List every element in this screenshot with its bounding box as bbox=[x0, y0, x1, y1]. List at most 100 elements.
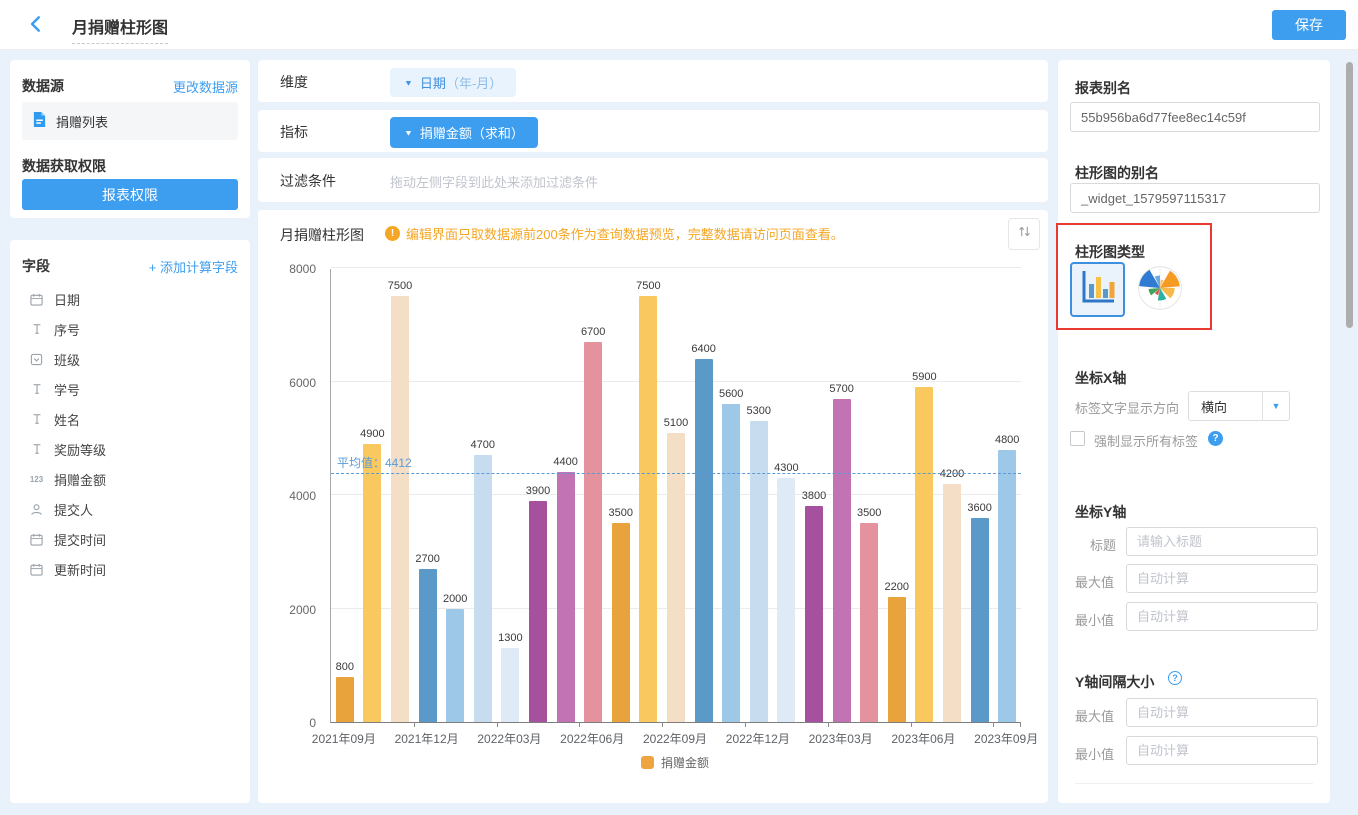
bar-value-label: 3500 bbox=[609, 507, 633, 519]
y-axis-caption-label: 标题 bbox=[1090, 535, 1116, 554]
y-axis-caption-input[interactable] bbox=[1126, 527, 1318, 556]
calendar-icon bbox=[29, 533, 44, 546]
field-label: 捐赠金额 bbox=[54, 470, 106, 489]
person-icon bbox=[29, 503, 44, 516]
field-label: 学号 bbox=[54, 380, 80, 399]
bar bbox=[695, 359, 713, 722]
force-labels-checkbox[interactable] bbox=[1070, 431, 1085, 446]
y-axis-section-title: 坐标Y轴 bbox=[1075, 502, 1126, 522]
bar-value-label: 7500 bbox=[388, 280, 412, 292]
field-item[interactable]: 奖励等级 bbox=[22, 434, 238, 464]
field-item[interactable]: 姓名 bbox=[22, 404, 238, 434]
permission-title: 数据获取权限 bbox=[22, 156, 106, 176]
bar-value-label: 2700 bbox=[415, 553, 439, 565]
y-interval-max-input[interactable] bbox=[1126, 698, 1318, 727]
text-icon bbox=[29, 413, 44, 425]
field-item[interactable]: 日期 bbox=[22, 284, 238, 314]
field-item[interactable]: 序号 bbox=[22, 314, 238, 344]
bar bbox=[860, 523, 878, 722]
caret-down-icon: ▼ bbox=[404, 78, 413, 87]
filter-dropzone[interactable]: 拖动左侧字段到此处来添加过滤条件 bbox=[390, 172, 598, 191]
y-interval-min-input[interactable] bbox=[1126, 736, 1318, 765]
chart-title: 月捐赠柱形图 bbox=[280, 225, 364, 245]
y-axis-max-label: 最大值 bbox=[1075, 572, 1114, 591]
select-icon bbox=[29, 353, 44, 366]
bar-value-label: 5300 bbox=[747, 405, 771, 417]
chart-plot: 8004900750027002000470013003900440067003… bbox=[330, 269, 1020, 723]
help-icon[interactable]: ? bbox=[1168, 671, 1182, 685]
report-permission-button[interactable]: 报表权限 bbox=[22, 179, 238, 210]
bar bbox=[501, 648, 519, 722]
field-list: 日期序号班级学号姓名奖励等级123捐赠金额提交人提交时间更新时间 bbox=[22, 284, 238, 584]
metric-row: 指标 ▼ 捐赠金额（求和） bbox=[258, 110, 1048, 152]
help-icon[interactable]: ? bbox=[1208, 431, 1223, 446]
field-item[interactable]: 提交时间 bbox=[22, 524, 238, 554]
field-label: 更新时间 bbox=[54, 560, 106, 579]
field-label: 班级 bbox=[54, 350, 80, 369]
save-button[interactable]: 保存 bbox=[1272, 10, 1346, 40]
bar-value-label: 4900 bbox=[360, 428, 384, 440]
caret-down-icon: ▼ bbox=[404, 128, 413, 137]
bar-value-label: 3800 bbox=[802, 490, 826, 502]
filter-label: 过滤条件 bbox=[280, 171, 336, 191]
field-item[interactable]: 123捐赠金额 bbox=[22, 464, 238, 494]
bar-value-label: 5600 bbox=[719, 388, 743, 400]
x-axis-tick bbox=[414, 722, 415, 727]
calendar-icon bbox=[29, 293, 44, 306]
change-datasource-link[interactable]: 更改数据源 bbox=[173, 77, 238, 96]
bar bbox=[777, 478, 795, 722]
vertical-scrollbar[interactable] bbox=[1346, 62, 1353, 328]
bar bbox=[336, 677, 354, 722]
chart-legend: 捐赠金额 bbox=[330, 754, 1020, 771]
field-item[interactable]: 学号 bbox=[22, 374, 238, 404]
x-axis-tick bbox=[662, 722, 663, 727]
report-alias-input[interactable] bbox=[1070, 102, 1320, 132]
datasource-card: 数据源 更改数据源 捐赠列表 数据获取权限 报表权限 bbox=[10, 60, 250, 218]
bar-value-label: 5700 bbox=[829, 383, 853, 395]
y-axis-max-input[interactable] bbox=[1126, 564, 1318, 593]
gridline bbox=[331, 267, 1021, 268]
x-axis-tick bbox=[579, 722, 580, 727]
widget-alias-label: 柱形图的别名 bbox=[1075, 163, 1159, 183]
widget-alias-input[interactable] bbox=[1070, 183, 1320, 213]
bar-value-label: 5100 bbox=[664, 417, 688, 429]
warning-icon: ! bbox=[385, 226, 400, 241]
rose-chart-type-button[interactable] bbox=[1134, 264, 1186, 316]
add-calc-field-link[interactable]: + 添加计算字段 bbox=[149, 257, 238, 276]
field-label: 日期 bbox=[54, 290, 80, 309]
y-interval-section-title: Y轴间隔大小 bbox=[1075, 672, 1154, 692]
legend-item[interactable]: 捐赠金额 bbox=[641, 754, 709, 771]
dimension-field: 日期 bbox=[420, 76, 446, 91]
bar-value-label: 3500 bbox=[857, 507, 881, 519]
field-item[interactable]: 提交人 bbox=[22, 494, 238, 524]
calendar-icon bbox=[29, 563, 44, 576]
x-axis-section-title: 坐标X轴 bbox=[1075, 368, 1126, 388]
field-item[interactable]: 班级 bbox=[22, 344, 238, 374]
dimension-pill[interactable]: ▼ 日期（年-月） bbox=[390, 68, 516, 97]
bar bbox=[557, 472, 575, 722]
x-axis-tick-label: 2022年06月 bbox=[560, 730, 624, 747]
field-label: 提交时间 bbox=[54, 530, 106, 549]
dimension-suffix: （年-月） bbox=[446, 76, 502, 91]
bar bbox=[722, 404, 740, 722]
metric-pill[interactable]: ▼ 捐赠金额（求和） bbox=[390, 117, 538, 148]
field-item[interactable]: 更新时间 bbox=[22, 554, 238, 584]
bar-value-label: 4800 bbox=[995, 434, 1019, 446]
y-axis-tick-label: 6000 bbox=[289, 376, 316, 390]
bar bbox=[419, 569, 437, 722]
back-button[interactable] bbox=[26, 14, 48, 36]
datasource-item[interactable]: 捐赠列表 bbox=[22, 102, 238, 140]
section-divider bbox=[1075, 783, 1313, 784]
average-line-label: 平均值：4412 bbox=[337, 454, 412, 471]
y-axis-min-input[interactable] bbox=[1126, 602, 1318, 631]
average-line bbox=[331, 473, 1021, 474]
label-direction-select[interactable]: 横向 ▼ bbox=[1188, 391, 1290, 421]
bar bbox=[833, 399, 851, 722]
bar-value-label: 4200 bbox=[940, 468, 964, 480]
bar-chart-type-button[interactable] bbox=[1070, 262, 1125, 317]
y-axis-tick-label: 0 bbox=[309, 716, 316, 730]
x-axis-tick bbox=[993, 722, 994, 727]
sort-button[interactable] bbox=[1008, 218, 1040, 250]
sort-arrows-icon bbox=[1017, 224, 1032, 244]
bar bbox=[612, 523, 630, 722]
